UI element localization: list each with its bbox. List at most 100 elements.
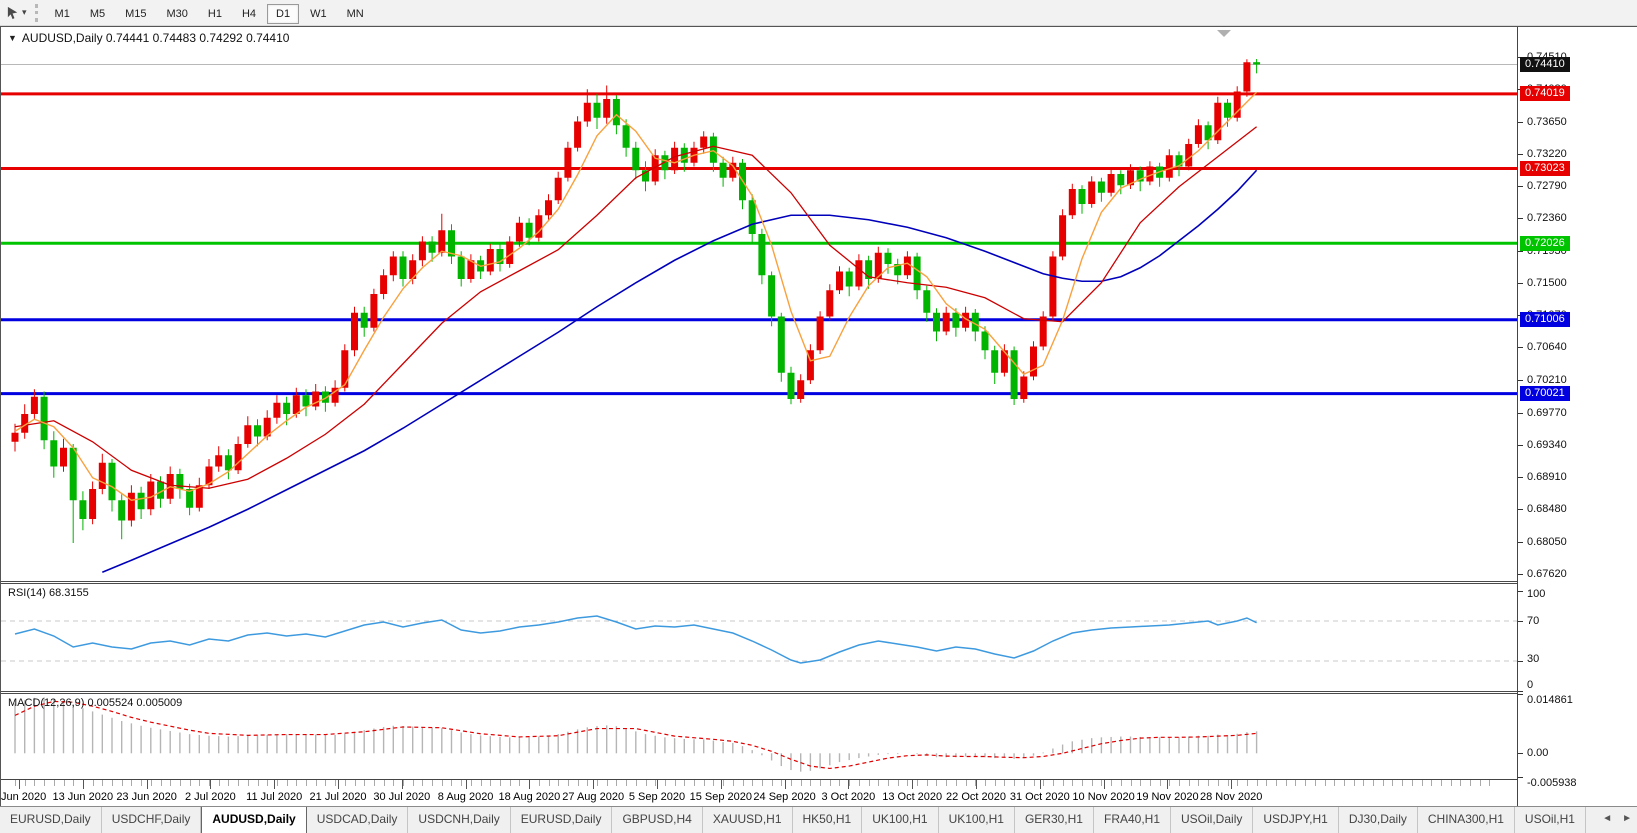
bar-tick-mark bbox=[93, 780, 94, 786]
bar-tick-mark bbox=[170, 780, 171, 786]
date-label: 13 Oct 2020 bbox=[882, 791, 943, 803]
date-tick-mark bbox=[976, 780, 977, 789]
date-label: 11 Jul 2020 bbox=[246, 791, 303, 803]
bar-tick-mark bbox=[1422, 780, 1423, 786]
date-label: 8 Aug 2020 bbox=[437, 791, 494, 803]
bar-tick-mark bbox=[141, 780, 142, 786]
chart-tab-uk100-h1[interactable]: UK100,H1 bbox=[862, 807, 939, 833]
bar-tick-mark bbox=[917, 780, 918, 786]
chart-tab-uk100-h1[interactable]: UK100,H1 bbox=[939, 807, 1015, 833]
bar-tick-mark bbox=[859, 780, 860, 786]
price-tick-mark bbox=[1518, 573, 1523, 575]
rsi-indicator-label: RSI(14) 68.3155 bbox=[8, 587, 89, 599]
bar-tick-mark bbox=[772, 780, 773, 786]
date-label: 15 Sep 2020 bbox=[689, 791, 752, 803]
chart-tab-xauusd-h1[interactable]: XAUUSD,H1 bbox=[703, 807, 793, 833]
bar-tick-mark bbox=[481, 780, 482, 786]
bar-tick-mark bbox=[519, 780, 520, 786]
date-tick-mark bbox=[1040, 780, 1041, 789]
bar-tick-mark bbox=[936, 780, 937, 786]
bar-tick-mark bbox=[1460, 780, 1461, 786]
price-axis[interactable]: 0.745100.740800.736500.732200.727900.723… bbox=[1517, 27, 1637, 807]
timeframe-button-w1[interactable]: W1 bbox=[301, 4, 336, 24]
chart-tab-usdcad-daily[interactable]: USDCAD,Daily bbox=[307, 807, 409, 833]
date-tick-mark bbox=[912, 780, 913, 789]
bar-tick-mark bbox=[355, 780, 356, 786]
timeframe-button-m30[interactable]: M30 bbox=[158, 4, 197, 24]
chart-tab-hk50-h1[interactable]: HK50,H1 bbox=[793, 807, 863, 833]
chart-tab-eurusd-daily[interactable]: EURUSD,Daily bbox=[511, 807, 613, 833]
chart-tab-ger30-h1[interactable]: GER30,H1 bbox=[1015, 807, 1094, 833]
timeframe-button-m1[interactable]: M1 bbox=[46, 4, 79, 24]
bar-tick-mark bbox=[296, 780, 297, 786]
bar-tick-mark bbox=[1160, 780, 1161, 786]
collapse-icon[interactable]: ▼ bbox=[8, 33, 17, 43]
bar-tick-mark bbox=[277, 780, 278, 786]
tab-scroll-left-icon[interactable]: ◄ bbox=[1597, 807, 1617, 833]
bar-tick-mark bbox=[131, 780, 132, 786]
chart-tab-usdcnh-daily[interactable]: USDCNH,Daily bbox=[408, 807, 511, 833]
bar-tick-mark bbox=[1295, 780, 1296, 786]
bar-tick-mark bbox=[451, 780, 452, 786]
bar-tick-mark bbox=[1043, 780, 1044, 786]
date-label: 4 Jun 2020 bbox=[0, 791, 47, 803]
chart-tab-gbpusd-h4[interactable]: GBPUSD,H4 bbox=[612, 807, 703, 833]
timeframe-button-d1[interactable]: D1 bbox=[267, 3, 300, 24]
price-tick-mark bbox=[1518, 541, 1523, 543]
chart-tab-eurusd-daily[interactable]: EURUSD,Daily bbox=[0, 807, 102, 833]
chart-tab-china300-h1[interactable]: CHINA300,H1 bbox=[1418, 807, 1515, 833]
chart-tab-usoil-h1[interactable]: USOil,H1 bbox=[1515, 807, 1586, 833]
pointer-tool-icon[interactable] bbox=[4, 4, 22, 22]
date-label: 31 Oct 2020 bbox=[1009, 791, 1070, 803]
chart-tab-dj30-daily[interactable]: DJ30,Daily bbox=[1339, 807, 1418, 833]
timeframe-button-m5[interactable]: M5 bbox=[81, 4, 114, 24]
bar-tick-mark bbox=[102, 780, 103, 786]
bar-tick-mark bbox=[985, 780, 986, 786]
chart-tab-fra40-h1[interactable]: FRA40,H1 bbox=[1094, 807, 1172, 833]
bar-tick-mark bbox=[374, 780, 375, 786]
tab-scroll-right-icon[interactable]: ► bbox=[1617, 807, 1637, 833]
bar-tick-mark bbox=[1092, 780, 1093, 786]
bar-tick-mark bbox=[364, 780, 365, 786]
bar-tick-mark bbox=[713, 780, 714, 786]
chart-tab-audusd-daily[interactable]: AUDUSD,Daily bbox=[201, 807, 307, 833]
bar-tick-mark bbox=[1354, 780, 1355, 786]
chart-shift-marker[interactable] bbox=[1217, 30, 1231, 37]
macd-axis-label: -0.005938 bbox=[1527, 777, 1577, 789]
date-tick-mark bbox=[147, 780, 148, 789]
price-tick-mark bbox=[1518, 218, 1523, 220]
rsi-panel[interactable] bbox=[1, 584, 1517, 691]
chart-tab-usoil-daily[interactable]: USOil,Daily bbox=[1171, 807, 1254, 833]
bar-tick-mark bbox=[646, 780, 647, 786]
bar-tick-mark bbox=[190, 780, 191, 786]
date-label: 10 Nov 2020 bbox=[1072, 791, 1135, 803]
chevron-down-icon[interactable]: ▾ bbox=[22, 7, 27, 18]
time-axis[interactable]: 4 Jun 2020 13 Jun 202023 Jun 2020 2 Jul 20… bbox=[0, 779, 1517, 807]
bar-tick-mark bbox=[1276, 780, 1277, 786]
rsi-tick-mark bbox=[1518, 591, 1523, 592]
bar-tick-mark bbox=[1072, 780, 1073, 786]
timeframe-button-h4[interactable]: H4 bbox=[233, 4, 265, 24]
bar-tick-mark bbox=[869, 780, 870, 786]
bar-tick-mark bbox=[1237, 780, 1238, 786]
chart-tab-usdchf-daily[interactable]: USDCHF,Daily bbox=[102, 807, 202, 833]
price-tick-label: 0.73220 bbox=[1527, 147, 1567, 160]
bar-tick-mark bbox=[393, 780, 394, 786]
timeframe-button-m15[interactable]: M15 bbox=[116, 4, 155, 24]
macd-panel[interactable] bbox=[1, 694, 1517, 779]
bar-tick-mark bbox=[607, 780, 608, 786]
chart-tab-usdjpy-h1[interactable]: USDJPY,H1 bbox=[1253, 807, 1339, 833]
price-chart[interactable] bbox=[1, 27, 1517, 581]
toolbar-grip[interactable] bbox=[34, 3, 38, 22]
bar-tick-mark bbox=[655, 780, 656, 786]
date-label: 22 Oct 2020 bbox=[946, 791, 1006, 803]
timeframe-button-mn[interactable]: MN bbox=[338, 4, 373, 24]
rsi-level-label: 0 bbox=[1527, 679, 1534, 691]
bar-tick-mark bbox=[966, 780, 967, 786]
timeframe-button-h1[interactable]: H1 bbox=[199, 4, 231, 24]
bar-tick-mark bbox=[1179, 780, 1180, 786]
rsi-tick-mark bbox=[1518, 621, 1523, 622]
bar-tick-mark bbox=[616, 780, 617, 786]
rsi-level-label: 30 bbox=[1527, 653, 1540, 665]
bar-tick-mark bbox=[626, 780, 627, 786]
